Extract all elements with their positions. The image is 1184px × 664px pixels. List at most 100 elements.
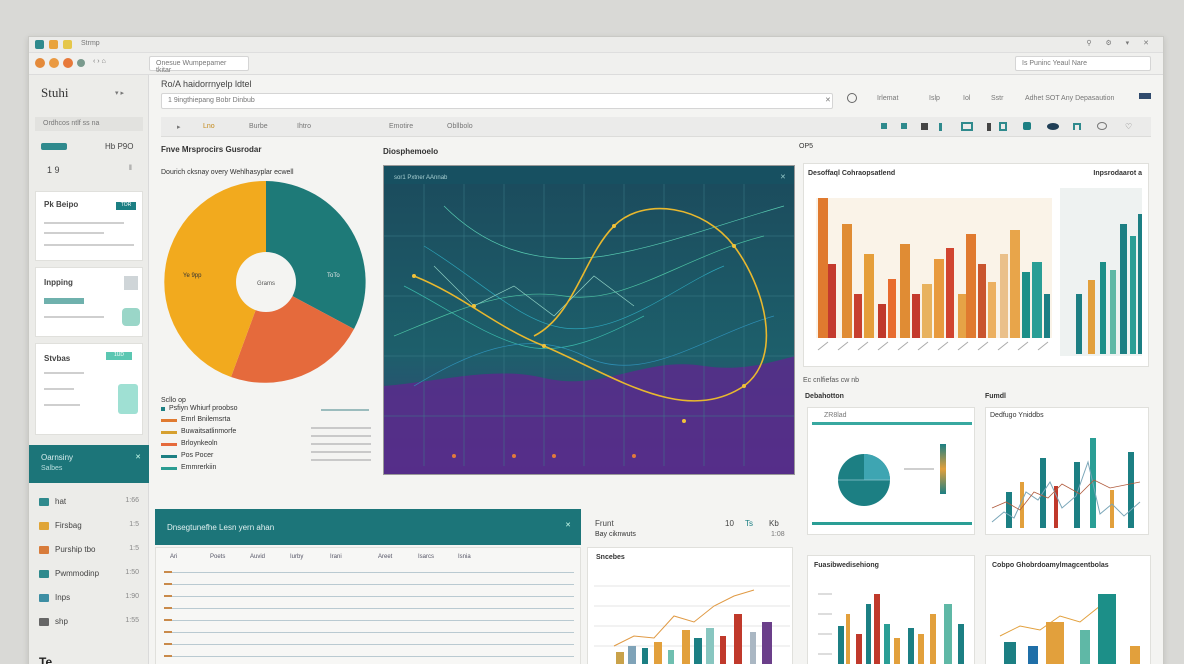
top-link[interactable]: Irlemat	[877, 95, 898, 102]
sidebar-footer: Te	[39, 655, 53, 664]
table-col-header[interactable]: Poets	[210, 554, 225, 560]
donut-legend: Psfiyn Whiurf proobso Emrl Bnilemsrta Bu…	[161, 405, 371, 497]
sidebar-toggle[interactable]	[41, 143, 67, 150]
tab[interactable]: Burbe	[249, 123, 268, 130]
bar-chart-ticks	[817, 341, 1049, 351]
nav-arrows-icon[interactable]: ‹ › ⌂	[93, 58, 106, 65]
settings-icon[interactable]	[847, 93, 857, 103]
address-bar[interactable]: Onesue Wumpepamer tkitar	[149, 56, 249, 74]
search-input[interactable]: 1 9ingthiepang Bobr Dinbub	[161, 93, 833, 109]
bottom-right-bars	[1004, 594, 1140, 664]
right-address-bar[interactable]: Is Puninc Yeaul Nare	[1015, 56, 1151, 71]
sidebar-card-image-icon	[124, 276, 138, 290]
toolbar-icons: ♡	[881, 121, 1151, 133]
sidebar-item-icon	[39, 546, 49, 554]
legend-swatch	[161, 455, 177, 458]
table-index-col	[164, 566, 172, 664]
sidebar-item-label: hat	[55, 497, 67, 506]
stat-panel: Frunt Bay ciknwuts 10 Ts Kb 1:08	[585, 509, 791, 545]
sidebar-item[interactable]: shp 1:55	[37, 613, 141, 633]
mini-panel-left-title: Debahotton	[805, 393, 844, 400]
tab[interactable]: Obllbolo	[447, 123, 473, 130]
top-link[interactable]: Adhet SOT Any Depasaution	[1025, 95, 1114, 102]
window-controls-icon[interactable]: ⚲ ⚙ ▾ ✕	[1086, 39, 1155, 47]
toolbar-icon[interactable]	[881, 123, 887, 129]
top-link[interactable]: Iol	[963, 95, 970, 102]
sidebar-item[interactable]: Inps 1:90	[37, 589, 141, 609]
stat-title: Frunt	[595, 519, 614, 528]
table-col-header[interactable]: Iurby	[290, 554, 303, 560]
window-tab-label[interactable]: Strmp	[81, 40, 100, 47]
mini-panel-left-footer-bar	[812, 522, 972, 525]
sidebar-filter[interactable]: Ordhcos ntlf ss na	[35, 117, 143, 131]
chart-close-icon[interactable]: ✕	[780, 173, 786, 181]
toolbar-icon[interactable]	[921, 123, 928, 130]
heart-icon[interactable]: ♡	[1125, 122, 1132, 131]
sidebar-card[interactable]: Stvbas 1UD	[35, 343, 143, 435]
toolbar-icon[interactable]	[1023, 122, 1031, 130]
table-col-header[interactable]: Isarcs	[418, 554, 434, 560]
bottom-bar-panel: Sncebes	[587, 547, 793, 664]
table-col-header[interactable]: Auvid	[250, 554, 265, 560]
table-close-icon[interactable]: ✕	[565, 521, 571, 529]
bottom-mid-chart	[818, 593, 964, 664]
sidebar-item-count: 1:66	[125, 497, 139, 504]
top-link[interactable]: Sstr	[991, 95, 1003, 102]
mini-panel-left-gauge	[940, 444, 946, 494]
sidebar-item-count: 1:50	[125, 569, 139, 576]
bottom-bar-title: Sncebes	[596, 554, 625, 561]
sidebar-menu-icon[interactable]: ▾ ▸	[115, 89, 124, 97]
toolbar-icon[interactable]	[1073, 123, 1081, 130]
sidebar-card[interactable]: Inpping	[35, 267, 143, 337]
sidebar-item[interactable]: Firsbag 1:5	[37, 517, 141, 537]
bar-panel-right-title: Inpsrodaarot a	[1093, 170, 1142, 177]
main-chart-panel: sor1 Pxtner AAnnab ✕	[383, 165, 795, 475]
tab[interactable]: Emotire	[389, 123, 413, 130]
network-chart: sor1 Pxtner AAnnab ✕	[384, 166, 794, 474]
sidebar-active-close-icon[interactable]: ✕	[135, 453, 141, 461]
sidebar-pause-icon[interactable]: ‖	[129, 165, 132, 172]
bottom-mid-panel: Fuasibwedisehiong	[807, 555, 975, 664]
sidebar-item[interactable]: Purship tbo 1:5	[37, 541, 141, 561]
toolbar-icon[interactable]	[999, 122, 1007, 131]
sidebar-item[interactable]: hat 1:66	[37, 493, 141, 513]
toolbar-icon[interactable]	[1047, 123, 1059, 130]
toolbar-icon[interactable]	[901, 123, 907, 129]
table-col-header[interactable]: Isnia	[458, 554, 471, 560]
back-icon[interactable]	[35, 58, 45, 68]
sidebar-item-count: 1:55	[125, 617, 139, 624]
mini-panel-left: Debahotton ZR8lad	[803, 389, 977, 539]
sidebar-item-active[interactable]: Oarnsiny Salbes ✕	[29, 445, 149, 483]
donut-subtitle: Dourich cksnay overy Wehlhasyplar ecwell	[161, 169, 294, 176]
flag-icon[interactable]	[1139, 93, 1151, 99]
table-title: Dnsegtunefhe Lesn yern ahan	[167, 523, 275, 532]
sidebar-card[interactable]: Pk Beipo TOR	[35, 191, 143, 261]
mini-combo-chart	[991, 438, 1141, 528]
table-col-header[interactable]: Ari	[170, 554, 177, 560]
tab[interactable]: Ihtro	[297, 123, 311, 130]
home-icon[interactable]	[77, 59, 85, 67]
sidebar-item[interactable]: Pwmmodinp 1:50	[37, 565, 141, 585]
toolbar-icon[interactable]	[939, 123, 942, 131]
table-col-header[interactable]: Areet	[378, 554, 392, 560]
forward-icon[interactable]	[49, 58, 59, 68]
donut-chart: Grams Ye 9pp ToTo	[164, 180, 366, 383]
reload-icon[interactable]	[63, 58, 73, 68]
tab[interactable]: Lno	[203, 123, 215, 130]
table-body	[164, 566, 574, 664]
sidebar-card-line	[44, 404, 80, 406]
window-minimize-icon[interactable]	[49, 40, 58, 49]
toolbar-icon[interactable]	[987, 123, 991, 131]
bottom-right-title: Cobpo Ghobrdoamylmagcentbolas	[992, 562, 1109, 569]
toolbar-icon[interactable]	[961, 122, 973, 131]
table-col-header[interactable]: Irani	[330, 554, 342, 560]
legend-values	[311, 421, 371, 461]
window-maximize-icon[interactable]	[63, 40, 72, 49]
sidebar-card-device-icon	[118, 384, 138, 414]
window-close-icon[interactable]	[35, 40, 44, 49]
search-clear-icon[interactable]: ✕	[825, 96, 831, 104]
legend-line	[321, 409, 369, 411]
toolbar-icon[interactable]	[1097, 122, 1107, 130]
mini-pie-slice	[864, 454, 890, 480]
top-link[interactable]: Islp	[929, 95, 940, 102]
